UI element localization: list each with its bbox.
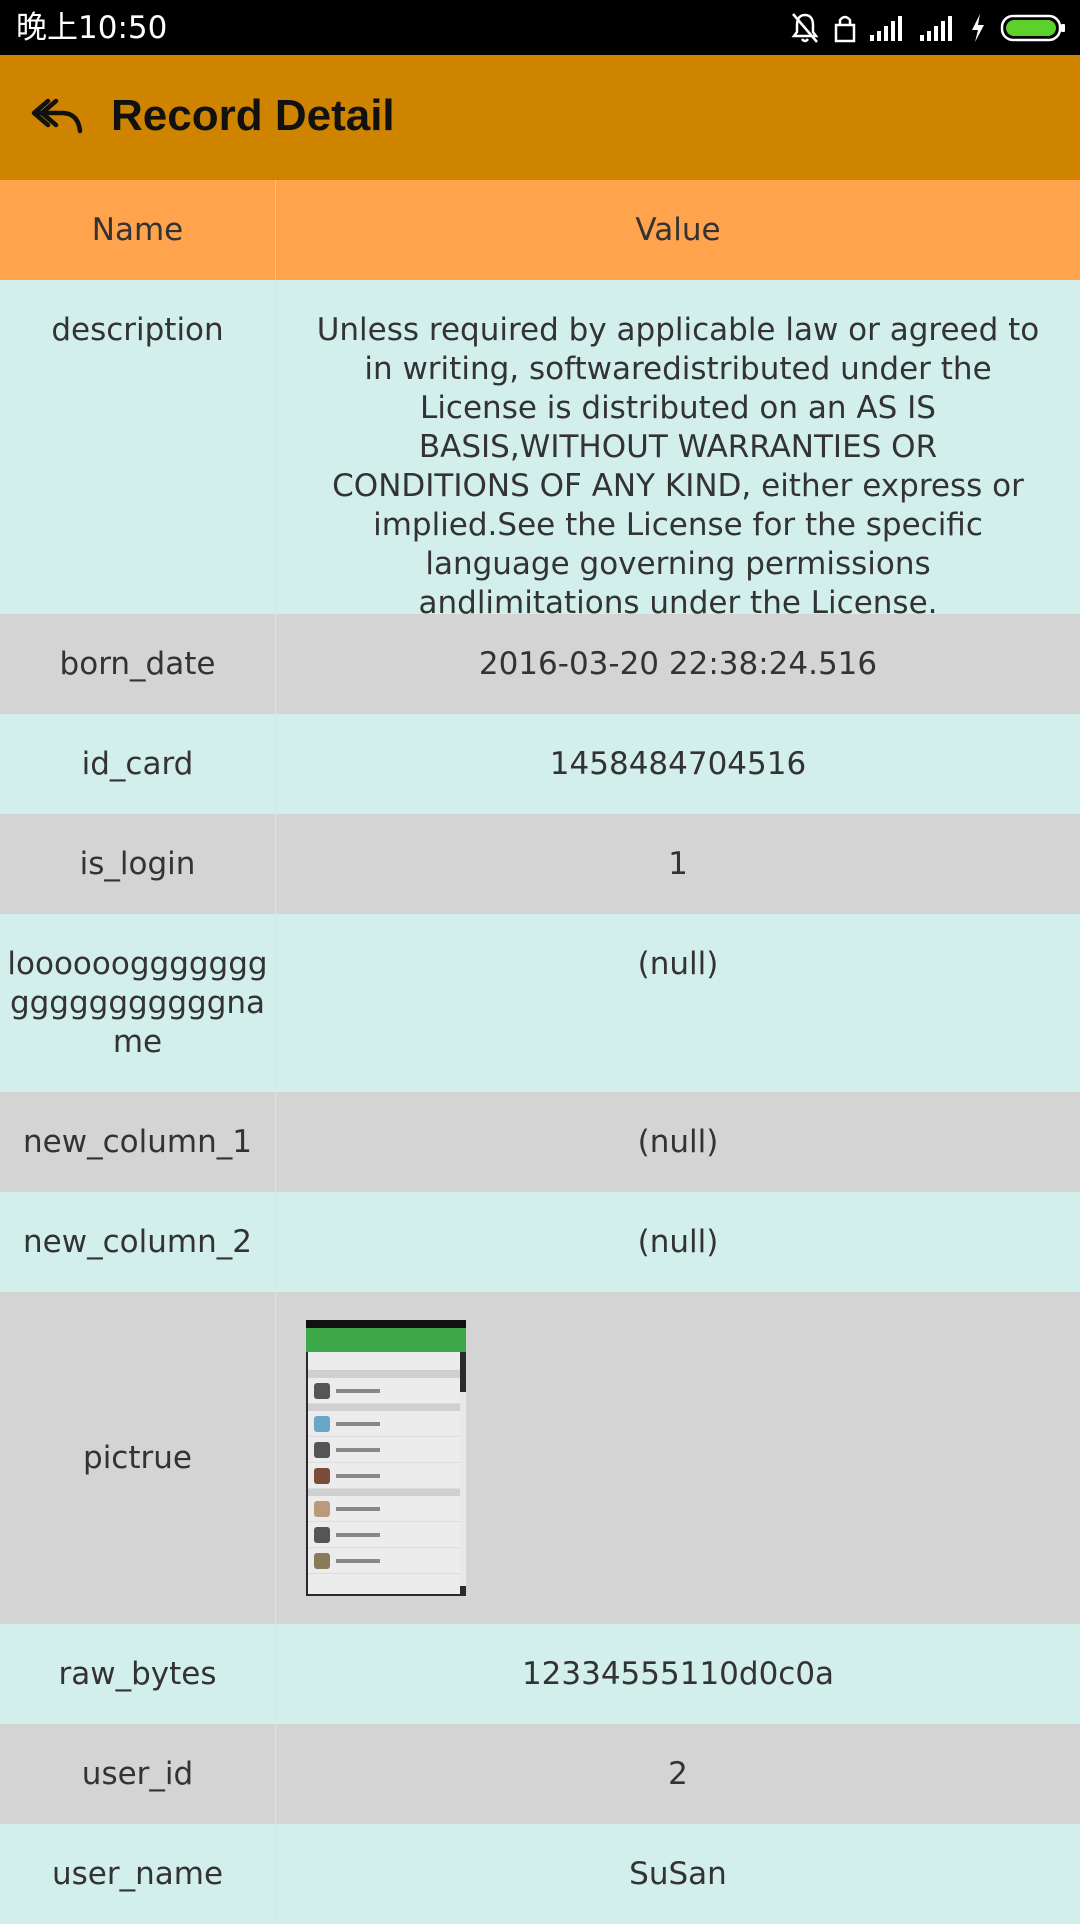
back-arrow-icon[interactable]	[28, 85, 88, 145]
record-table: Name Value description Unless required b…	[0, 180, 1080, 1924]
status-time: 晚上10:50	[16, 10, 168, 46]
field-value: 2	[668, 1755, 688, 1792]
field-value: 2016-03-20 22:38:24.516	[478, 645, 878, 682]
app-bar: Record Detail	[0, 55, 1080, 180]
table-row[interactable]: user_name SuSan	[0, 1824, 1080, 1924]
field-name: user_name	[0, 1824, 276, 1924]
field-value: 1458484704516	[549, 745, 807, 782]
field-value: 12334555110d0c0a	[521, 1655, 835, 1692]
table-row[interactable]: user_id 2	[0, 1724, 1080, 1824]
field-value: SuSan	[629, 1855, 727, 1892]
field-value: (null)	[637, 1223, 719, 1260]
table-row[interactable]: new_column_2 (null)	[0, 1192, 1080, 1292]
field-name: new_column_1	[0, 1092, 276, 1192]
battery-icon	[1000, 14, 1065, 42]
field-name: id_card	[0, 714, 276, 814]
field-name: description	[0, 280, 276, 614]
table-row[interactable]: new_column_1 (null)	[0, 1092, 1080, 1192]
table-row[interactable]: pictrue	[0, 1292, 1080, 1624]
picture-thumbnail[interactable]	[306, 1320, 466, 1596]
field-value: (null)	[637, 1123, 719, 1160]
field-value: 1	[668, 845, 688, 882]
table-row[interactable]: looooooggggggggggggggggggname (null)	[0, 914, 1080, 1092]
charging-icon	[972, 14, 984, 42]
column-header-value: Value	[635, 211, 721, 248]
field-value: Unless required by applicable law or agr…	[316, 312, 1040, 621]
signal-icon	[920, 16, 952, 41]
status-icons	[790, 10, 1066, 46]
field-name: born_date	[0, 614, 276, 714]
table-row[interactable]: raw_bytes 12334555110d0c0a	[0, 1624, 1080, 1724]
table-header: Name Value	[0, 180, 1080, 280]
bell-muted-icon	[791, 13, 819, 43]
column-header-name: Name	[0, 180, 276, 280]
field-name: raw_bytes	[0, 1624, 276, 1724]
status-bar: 晚上10:50	[0, 0, 1080, 55]
table-row[interactable]: born_date 2016-03-20 22:38:24.516	[0, 614, 1080, 714]
field-name: pictrue	[0, 1292, 276, 1624]
field-value: (null)	[637, 946, 719, 982]
field-name: is_login	[0, 814, 276, 914]
field-name: looooooggggggggggggggggggname	[0, 914, 276, 1092]
page-title: Record Detail	[111, 91, 395, 140]
table-row[interactable]: id_card 1458484704516	[0, 714, 1080, 814]
lock-icon	[834, 15, 856, 43]
table-row[interactable]: description Unless required by applicabl…	[0, 280, 1080, 621]
field-name: new_column_2	[0, 1192, 276, 1292]
signal-icon	[870, 16, 902, 41]
field-value	[276, 1292, 1080, 1624]
field-name: user_id	[0, 1724, 276, 1824]
table-row[interactable]: is_login 1	[0, 814, 1080, 914]
